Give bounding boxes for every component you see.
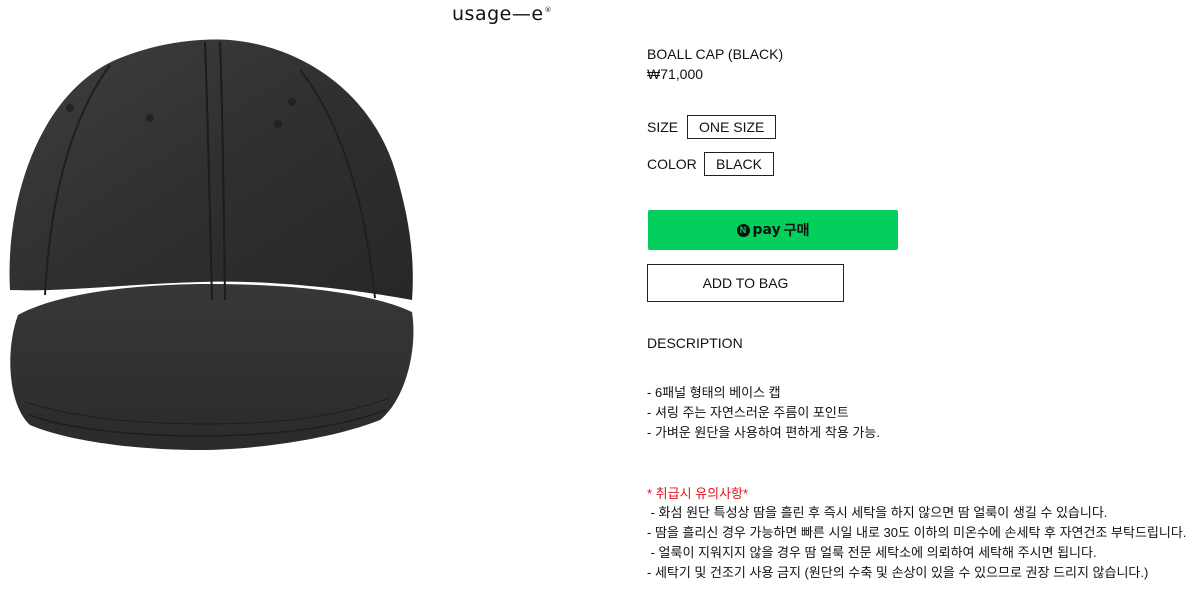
add-to-bag-button[interactable]: ADD TO BAG	[647, 264, 844, 302]
color-option-black[interactable]: BLACK	[704, 152, 774, 176]
logo-text: usage	[452, 3, 512, 25]
description-list: - 6패널 형태의 베이스 캡 - 셔링 주는 자연스러운 주름이 포인트 - …	[647, 383, 880, 443]
description-item: - 가벼운 원단을 사용하여 편하게 착용 가능.	[647, 425, 880, 440]
npay-pay-label: pay	[752, 222, 781, 238]
care-notice-list: - 화섬 원단 특성상 땀을 흘린 후 즉시 세탁을 하지 않으면 땀 얼룩이 …	[647, 503, 1186, 583]
description-item: - 셔링 주는 자연스러운 주름이 포인트	[647, 405, 849, 420]
description-title: DESCRIPTION	[647, 335, 743, 351]
npay-n-icon: N	[736, 223, 750, 237]
product-image	[9, 39, 414, 450]
care-item: - 세탁기 및 건조기 사용 금지 (원단의 수축 및 손상이 있을 수 있으므…	[647, 565, 1149, 580]
color-option-row: COLOR BLACK	[647, 152, 774, 176]
product-name: BOALL CAP (BLACK)	[647, 46, 784, 62]
npay-buy-button[interactable]: N pay 구매	[648, 210, 898, 250]
care-item: - 화섬 원단 특성상 땀을 흘린 후 즉시 세탁을 하지 않으면 땀 얼룩이 …	[647, 505, 1108, 520]
size-label: SIZE	[647, 119, 679, 135]
brand-logo[interactable]: usage — e ®	[452, 3, 552, 27]
color-label: COLOR	[647, 156, 697, 172]
size-option-one-size[interactable]: ONE SIZE	[687, 115, 777, 139]
logo-dash: —	[511, 3, 532, 25]
care-item: - 땀을 흘리신 경우 가능하면 빠른 시일 내로 30도 이하의 미온수에 손…	[647, 525, 1187, 540]
care-item: - 얼룩이 지워지지 않을 경우 땀 얼룩 전문 세탁소에 의뢰하여 세탁해 주…	[647, 545, 1097, 560]
logo-registered-mark: ®	[544, 6, 553, 14]
size-option-row: SIZE ONE SIZE	[647, 115, 777, 139]
product-price: ₩71,000	[647, 66, 704, 82]
care-notice-title: * 취급시 유의사항*	[647, 486, 749, 501]
logo-suffix: e	[531, 3, 544, 25]
npay-buy-label: 구매	[783, 222, 810, 238]
description-item: - 6패널 형태의 베이스 캡	[647, 385, 781, 400]
